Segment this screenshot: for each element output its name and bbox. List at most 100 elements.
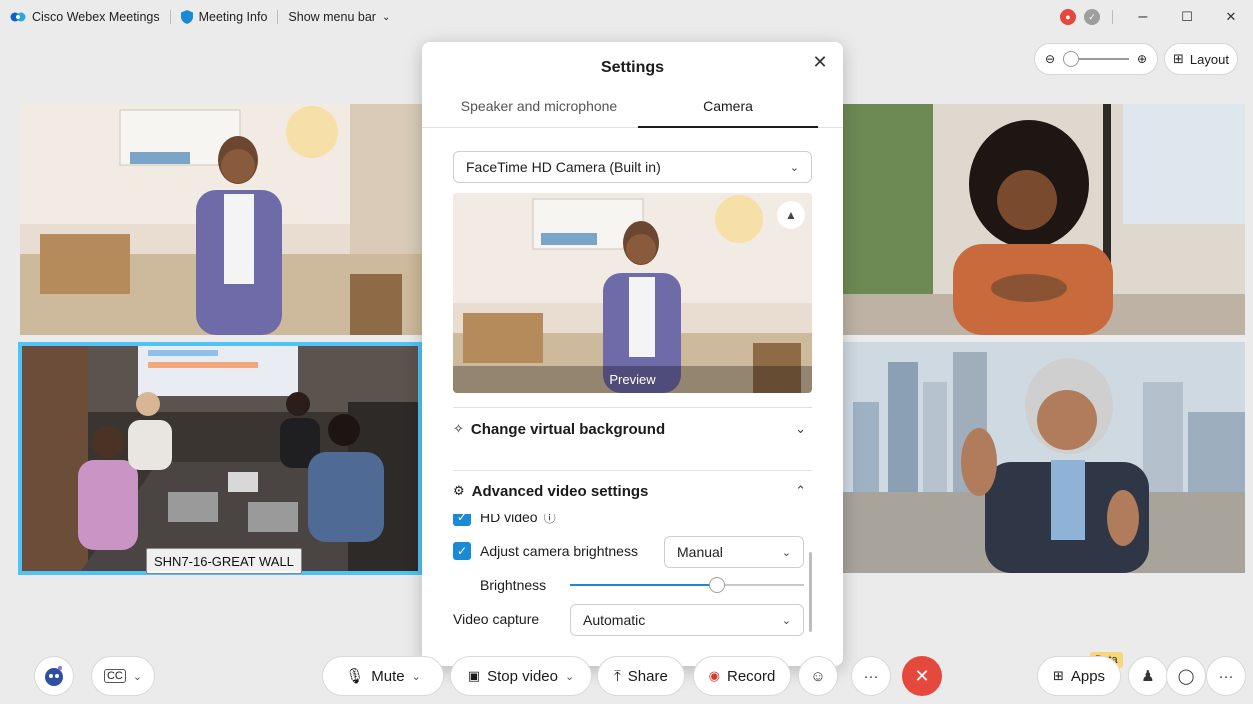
title-bar: Cisco Webex Meetings Meeting Info Show m… bbox=[0, 0, 1253, 34]
apps-label: Apps bbox=[1070, 667, 1106, 685]
minimize-button[interactable]: – bbox=[1121, 0, 1165, 34]
chat-icon: ◯ bbox=[1177, 668, 1195, 685]
video-capture-label: Video capture bbox=[453, 611, 540, 627]
meeting-info-button[interactable]: Meeting Info bbox=[171, 0, 278, 34]
video-tile-participant-4[interactable] bbox=[843, 342, 1245, 573]
apps-button[interactable]: ⊞ Apps bbox=[1037, 656, 1121, 696]
camera-select-value: FaceTime HD Camera (Built in) bbox=[466, 159, 661, 175]
more-panels-button[interactable]: ··· bbox=[1206, 656, 1246, 696]
zoom-track[interactable] bbox=[1063, 51, 1129, 67]
tab-speaker-and-microphone[interactable]: Speaker and microphone bbox=[446, 98, 632, 128]
share-icon: ⤒ bbox=[614, 667, 621, 685]
brightness-mode-value: Manual bbox=[677, 544, 723, 560]
stop-video-label: Stop video bbox=[487, 667, 558, 685]
camera-preview: ▲ Preview bbox=[453, 193, 812, 393]
brightness-slider-thumb[interactable] bbox=[709, 577, 725, 593]
preview-video bbox=[453, 193, 812, 393]
share-label: Share bbox=[627, 667, 668, 685]
advanced-video-label: Advanced video settings bbox=[471, 482, 649, 500]
share-button[interactable]: ⤒ Share bbox=[597, 656, 685, 696]
microphone-icon: 🎙 bbox=[345, 668, 365, 685]
tab-camera[interactable]: Camera bbox=[638, 98, 818, 128]
adjust-brightness-checkbox[interactable]: ✓ bbox=[453, 542, 471, 560]
webex-logo-icon bbox=[10, 12, 26, 22]
brightness-slider[interactable] bbox=[570, 577, 804, 593]
tile-name-label: SHN7-16-GREAT WALL bbox=[146, 548, 302, 574]
notification-icon[interactable]: ● bbox=[1060, 9, 1076, 25]
closed-captions-icon: CC bbox=[103, 669, 126, 683]
apps-grid-icon: ⊞ bbox=[1052, 668, 1064, 683]
chevron-down-icon: ⌄ bbox=[795, 421, 806, 436]
maximize-button[interactable]: ☐ bbox=[1165, 0, 1209, 34]
show-menu-bar-label: Show menu bar bbox=[288, 10, 376, 24]
stop-video-button[interactable]: ▣ Stop video ⌄ bbox=[450, 656, 592, 696]
reactions-button[interactable]: ☺ bbox=[798, 656, 838, 696]
webex-assistant-button[interactable] bbox=[34, 656, 74, 696]
room-video bbox=[18, 342, 422, 575]
mute-label: Mute bbox=[371, 667, 405, 685]
adjust-brightness-row[interactable]: ✓ Adjust camera brightness bbox=[453, 542, 638, 560]
record-icon: ◉ bbox=[708, 668, 720, 683]
chevron-down-icon: ⌄ bbox=[132, 670, 143, 683]
mirror-icon[interactable]: ▲ bbox=[777, 201, 805, 229]
zoom-in-icon[interactable]: ⊕ bbox=[1137, 52, 1147, 66]
captions-button[interactable]: CC ⌄ bbox=[91, 656, 155, 696]
app-name: Cisco Webex Meetings bbox=[32, 10, 160, 24]
meeting-info-label: Meeting Info bbox=[198, 10, 268, 24]
assistant-icon bbox=[45, 666, 63, 686]
settings-scrollbar[interactable] bbox=[809, 552, 812, 632]
close-icon[interactable]: ✕ bbox=[809, 51, 831, 73]
layout-button[interactable]: ⊞ Layout bbox=[1164, 43, 1238, 75]
network-status-icon[interactable]: ✓ bbox=[1084, 9, 1100, 25]
chevron-down-icon: ⌄ bbox=[381, 11, 391, 23]
video-tile-participant-3[interactable] bbox=[843, 104, 1245, 335]
layout-label: Layout bbox=[1189, 51, 1229, 67]
end-call-button[interactable]: ✕ bbox=[902, 656, 942, 696]
preview-label: Preview bbox=[453, 366, 812, 393]
video-capture-select[interactable]: Automatic ⌄ bbox=[570, 604, 804, 636]
participants-button[interactable]: ♟ bbox=[1128, 656, 1168, 696]
chevron-up-icon: ⌃ bbox=[795, 483, 806, 498]
settings-title: Settings bbox=[600, 59, 665, 76]
virtual-background-section[interactable]: ✧ Change virtual background ⌄ bbox=[453, 414, 812, 444]
brightness-row: Brightness bbox=[480, 577, 546, 593]
camera-select[interactable]: FaceTime HD Camera (Built in) ⌄ bbox=[453, 151, 812, 183]
adjust-brightness-label: Adjust camera brightness bbox=[480, 543, 638, 559]
settings-dialog: Settings ✕ Speaker and microphone Camera… bbox=[422, 42, 843, 666]
zoom-out-icon[interactable]: ⊖ bbox=[1045, 52, 1055, 66]
video-capture-row: Video capture bbox=[453, 611, 539, 627]
advanced-video-section[interactable]: ⚙ Advanced video settings ⌃ bbox=[453, 476, 812, 506]
show-menu-bar-button[interactable]: Show menu bar ⌄ bbox=[278, 0, 400, 34]
record-button[interactable]: ◉ Record bbox=[693, 656, 791, 696]
gear-icon: ⚙ bbox=[453, 483, 465, 498]
more-icon: ··· bbox=[1218, 667, 1234, 685]
app-title: Cisco Webex Meetings bbox=[0, 0, 170, 34]
chevron-down-icon: ⌄ bbox=[789, 161, 799, 174]
record-label: Record bbox=[726, 667, 776, 685]
shield-icon bbox=[180, 10, 193, 24]
grid-icon: ⊞ bbox=[1173, 51, 1184, 66]
brightness-mode-select[interactable]: Manual ⌄ bbox=[664, 536, 804, 568]
brightness-slider-fill bbox=[570, 584, 717, 586]
virtual-background-label: Change virtual background bbox=[470, 420, 666, 438]
chat-button[interactable]: ◯ bbox=[1166, 656, 1206, 696]
participants-icon: ♟ bbox=[1141, 668, 1155, 685]
chevron-down-icon: ⌄ bbox=[564, 670, 575, 683]
close-window-button[interactable]: ✕ bbox=[1209, 0, 1253, 34]
window-controls: ● ✓ – ☐ ✕ bbox=[1056, 0, 1253, 34]
chevron-down-icon: ⌄ bbox=[411, 670, 421, 683]
participant-video bbox=[843, 342, 1245, 573]
video-tile-participant-1[interactable] bbox=[20, 104, 422, 335]
chevron-down-icon: ⌄ bbox=[781, 546, 791, 559]
participant-video bbox=[20, 104, 422, 335]
video-camera-icon: ▣ bbox=[467, 668, 481, 683]
mute-button[interactable]: 🎙 Mute ⌄ bbox=[322, 656, 444, 696]
scroll-clip bbox=[422, 504, 843, 514]
magic-wand-icon: ✧ bbox=[453, 421, 464, 436]
title-separator bbox=[1112, 10, 1113, 24]
video-tile-active-room[interactable]: SHN7-16-GREAT WALL bbox=[18, 342, 422, 575]
zoom-thumb[interactable] bbox=[1063, 51, 1080, 67]
zoom-slider[interactable]: ⊖ ⊕ bbox=[1034, 43, 1158, 75]
more-options-button[interactable]: ··· bbox=[851, 656, 891, 696]
brightness-label: Brightness bbox=[480, 577, 547, 593]
